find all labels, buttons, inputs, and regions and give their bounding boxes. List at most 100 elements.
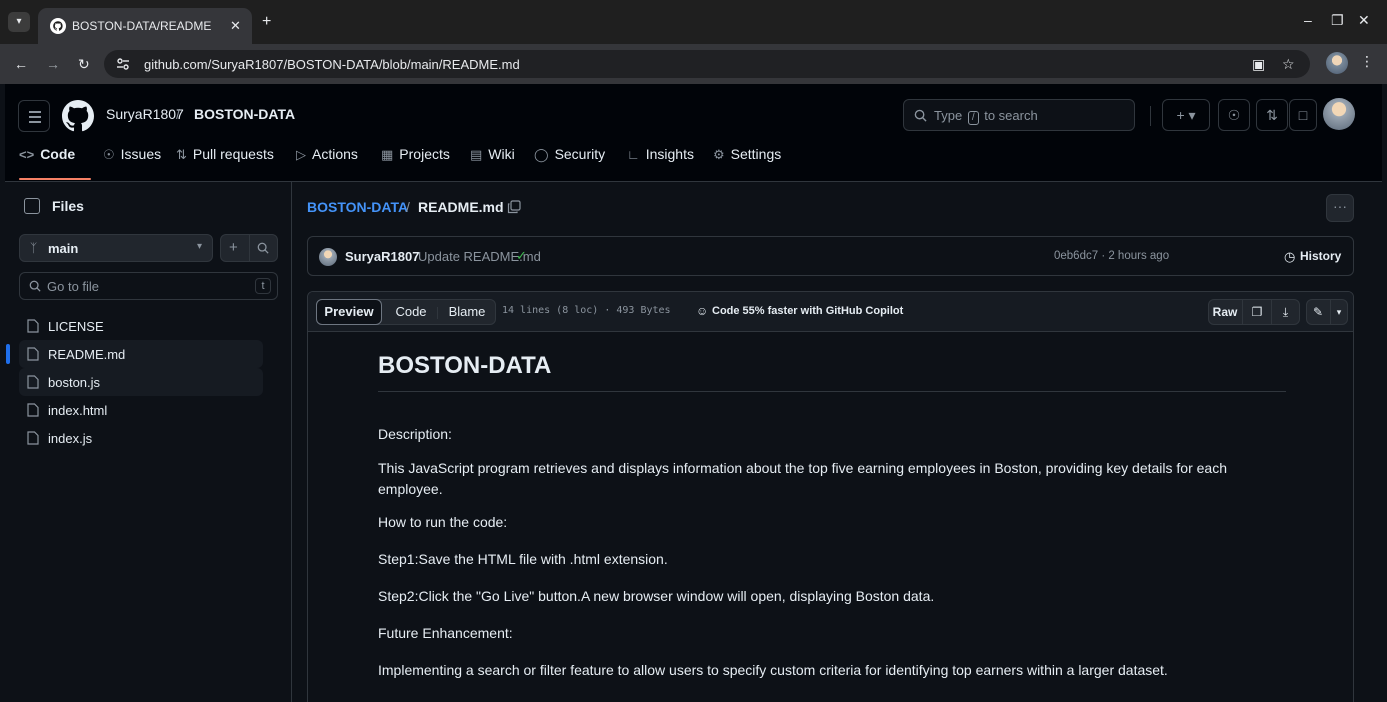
tab-pull-requests[interactable]: ⇅ Pull requests (176, 146, 274, 170)
tab-issues[interactable]: ☉ Issues (103, 146, 161, 170)
search-input[interactable]: Type / to search (903, 99, 1135, 131)
file-item-index-js[interactable]: index.js (19, 424, 263, 452)
search-icon (29, 280, 41, 292)
readme-paragraph: Future Enhancement: (378, 625, 513, 641)
chevron-down-icon[interactable]: ▾ (1331, 300, 1347, 324)
create-new-button[interactable]: + ▾ (1162, 99, 1210, 131)
file-item-index-html[interactable]: index.html (19, 396, 263, 424)
copy-raw-icon[interactable]: ❐ (1243, 300, 1271, 324)
code-icon: <> (19, 147, 35, 162)
commit-meta[interactable]: 0eb6dc7 · 2 hours ago (1054, 250, 1169, 262)
pull-requests-icon[interactable]: ⇅ (1256, 99, 1288, 131)
github-header: SuryaR1807 / BOSTON-DATA Type / to searc… (5, 84, 1382, 182)
edit-pencil-icon[interactable]: ✎ (1307, 300, 1329, 324)
play-icon: ▷ (296, 147, 306, 162)
code-tab[interactable]: Code (389, 300, 433, 324)
readme-paragraph: How to run the code: (378, 514, 508, 530)
address-bar[interactable]: github.com/SuryaR1807/BOSTON-DATA/blob/m… (104, 50, 1310, 78)
readme-paragraph: Step2:Click the "Go Live" button.A new b… (378, 588, 935, 604)
copilot-promo-link[interactable]: Code 55% faster with GitHub Copilot (712, 305, 903, 317)
inbox-icon[interactable]: □ (1289, 99, 1317, 131)
tab-wiki[interactable]: ▤ Wiki (470, 146, 515, 170)
file-item-license[interactable]: LICENSE (19, 312, 263, 340)
user-avatar[interactable] (1323, 98, 1355, 130)
repo-name-link[interactable]: BOSTON-DATA (194, 106, 295, 122)
new-tab-icon[interactable]: + (262, 13, 271, 31)
collapse-sidebar-icon[interactable] (24, 198, 40, 214)
download-icon[interactable]: ⤓ (1272, 300, 1299, 324)
seg-divider (437, 307, 438, 319)
browser-toolbar: ← → ↻ github.com/SuryaR1807/BOSTON-DATA/… (0, 44, 1387, 84)
window-close-icon[interactable]: ✕ (1358, 12, 1370, 29)
tab-close-icon[interactable]: ✕ (230, 18, 241, 34)
commit-author[interactable]: SuryaR1807 (345, 249, 419, 264)
graph-icon: ∟ (627, 147, 640, 162)
browser-menu-icon[interactable]: ⋮ (1360, 53, 1374, 70)
forward-arrow-icon[interactable]: → (46, 56, 60, 72)
github-favicon-icon (50, 18, 66, 34)
breadcrumb-repo-link[interactable]: BOSTON-DATA (307, 199, 408, 215)
view-mode-switch: Preview Code Blame (316, 299, 496, 325)
book-icon: ▤ (470, 147, 483, 162)
cast-icon[interactable]: ▣ (1252, 56, 1265, 73)
go-to-file-placeholder: Go to file (47, 279, 100, 294)
search-shortcut-key: / (967, 111, 979, 125)
tab-insights[interactable]: ∟ Insights (627, 146, 694, 170)
file-name: boston.js (48, 375, 101, 390)
tab-actions[interactable]: ▷ Actions (296, 146, 358, 170)
readme-content: BOSTON-DATA Description: This JavaScript… (378, 352, 1286, 678)
copy-path-icon[interactable] (507, 200, 521, 214)
preview-tab[interactable]: Preview (316, 299, 382, 325)
go-to-file-input[interactable]: Go to file t (19, 272, 278, 300)
branch-icon: ᛉ (30, 241, 38, 255)
branch-name: main (48, 241, 79, 256)
restore-icon[interactable]: ❐ (1331, 12, 1344, 29)
branch-selector[interactable]: ᛉ main ▾ (19, 234, 213, 262)
repo-owner-link[interactable]: SuryaR1807 (106, 106, 184, 122)
file-item-readme[interactable]: README.md (6, 340, 263, 368)
tab-projects[interactable]: ▦ Projects (381, 146, 450, 170)
tab-settings[interactable]: ⚙ Settings (713, 146, 781, 170)
more-options-icon[interactable]: ··· (1326, 194, 1354, 222)
reload-icon[interactable]: ↻ (78, 56, 90, 73)
tab-code[interactable]: <> Code (19, 146, 75, 170)
selected-indicator (6, 344, 10, 364)
active-tab-indicator (19, 178, 91, 180)
add-file-icon[interactable]: + (229, 239, 238, 256)
browser-profile-avatar[interactable] (1326, 52, 1348, 74)
pull-request-icon: ⇅ (176, 147, 187, 162)
file-name: index.js (48, 431, 93, 446)
browser-tab[interactable]: BOSTON-DATA/README.md at ✕ (38, 8, 252, 44)
tab-settings-label: Settings (730, 146, 782, 162)
header-divider (1150, 106, 1151, 126)
site-settings-icon[interactable] (116, 57, 130, 71)
blame-tab[interactable]: Blame (441, 300, 493, 324)
edit-group: ✎ ▾ (1306, 299, 1348, 325)
files-title: Files (52, 198, 84, 214)
file-viewer: Preview Code Blame 14 lines (8 loc) · 49… (307, 291, 1354, 702)
history-button[interactable]: History (1300, 249, 1341, 263)
hamburger-menu-icon[interactable] (18, 100, 50, 132)
tab-search-button[interactable]: ▾ (8, 12, 30, 32)
bookmark-star-icon[interactable]: ☆ (1282, 56, 1295, 73)
copilot-icon: ☺ (696, 304, 709, 318)
github-logo-icon[interactable] (62, 100, 94, 132)
search-files-icon[interactable] (257, 242, 269, 254)
readme-paragraph: Description: (378, 426, 452, 442)
readme-paragraph: Step1:Save the HTML file with .html exte… (378, 551, 668, 567)
readme-paragraph: This JavaScript program retrieves and di… (378, 460, 1228, 497)
file-item-boston-js[interactable]: boston.js (19, 368, 263, 396)
history-icon: ◷ (1284, 249, 1296, 264)
check-icon[interactable]: ✓ (516, 248, 527, 264)
commit-author-avatar[interactable] (319, 248, 337, 266)
tab-pull-requests-label: Pull requests (192, 146, 274, 162)
minimize-icon[interactable]: – (1304, 12, 1312, 28)
breadcrumb-separator: / (406, 199, 410, 215)
file-name: LICENSE (48, 319, 104, 334)
raw-button[interactable]: Raw (1209, 300, 1241, 324)
file-tree-sidebar: Files ᛉ main ▾ + Go to file t LICENSE RE… (5, 182, 292, 702)
issues-icon[interactable]: ☉ (1218, 99, 1250, 131)
tab-security[interactable]: ◯ Security (534, 146, 605, 170)
url-text: github.com/SuryaR1807/BOSTON-DATA/blob/m… (144, 57, 520, 72)
back-arrow-icon[interactable]: ← (14, 56, 28, 72)
